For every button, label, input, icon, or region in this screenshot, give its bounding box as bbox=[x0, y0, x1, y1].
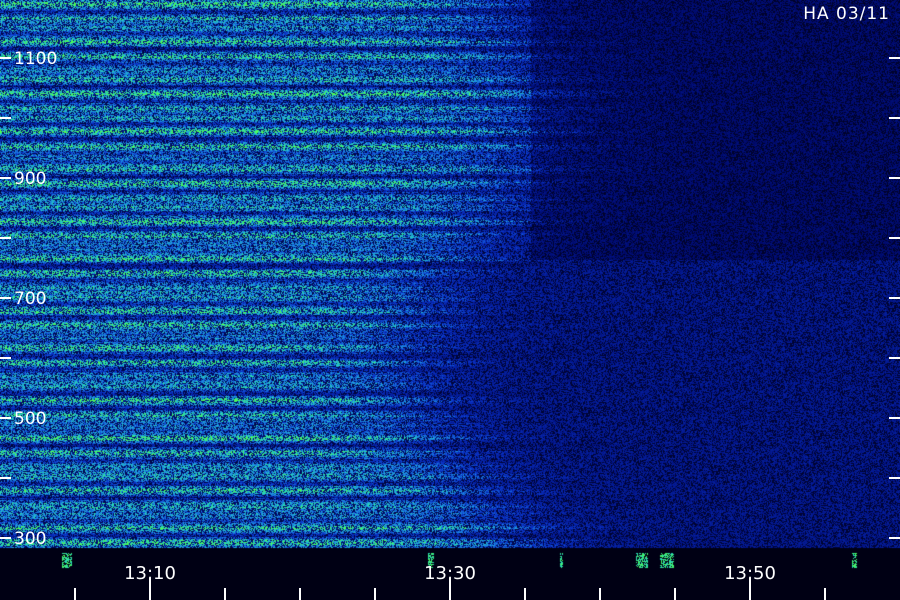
y-tick-label: 300 bbox=[14, 529, 46, 549]
x-tick-label: 13:10 bbox=[124, 563, 176, 584]
y-tick-label: 1100 bbox=[14, 49, 57, 69]
y-ticks-right bbox=[889, 57, 900, 539]
spectrogram-chart: 1100 900 700 500 300 13:10 13:30 13:50 HA 03/1… bbox=[0, 0, 900, 600]
x-tick-label: 13:50 bbox=[724, 563, 776, 584]
y-tick-labels: 1100 900 700 500 300 bbox=[14, 49, 57, 549]
y-tick-label: 700 bbox=[14, 289, 46, 309]
y-tick-label: 500 bbox=[14, 409, 46, 429]
x-tick-labels: 13:10 13:30 13:50 bbox=[124, 563, 776, 584]
y-tick-label: 900 bbox=[14, 169, 46, 189]
x-tick-label: 13:30 bbox=[424, 563, 476, 584]
y-ticks-left bbox=[0, 57, 11, 539]
station-label: HA 03/11 bbox=[803, 4, 890, 24]
chart-axes-overlay: 1100 900 700 500 300 13:10 13:30 13:50 bbox=[0, 49, 900, 600]
